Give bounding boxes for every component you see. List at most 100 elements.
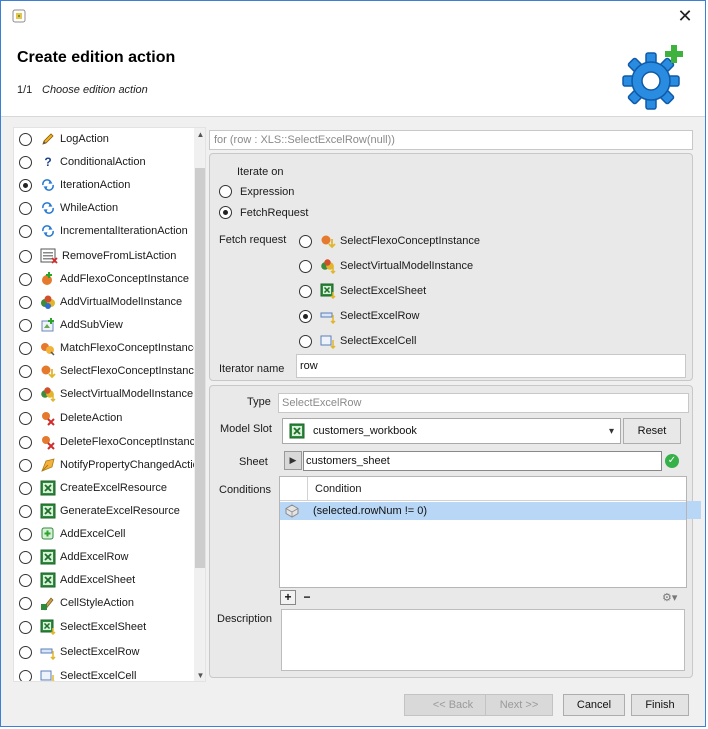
action-item-incremental-iteration[interactable]: IncrementalIterationAction bbox=[14, 221, 194, 241]
action-radio[interactable] bbox=[19, 318, 32, 332]
action-radio[interactable] bbox=[19, 272, 32, 286]
fetch-request-radio[interactable] bbox=[299, 309, 312, 323]
iterate-on-radio[interactable] bbox=[219, 185, 232, 198]
scroll-down-icon[interactable]: ▼ bbox=[194, 669, 205, 681]
action-radio[interactable] bbox=[19, 201, 32, 215]
model-slot-select[interactable]: customers_workbook ▾ bbox=[282, 418, 621, 444]
action-radio[interactable] bbox=[19, 620, 32, 634]
action-radio[interactable] bbox=[19, 645, 32, 659]
action-radio[interactable] bbox=[19, 364, 32, 378]
excel-sheet-add-icon bbox=[40, 572, 56, 588]
action-item-add-excel-sheet[interactable]: AddExcelSheet bbox=[14, 570, 194, 590]
action-item-add-flexo-concept-instance[interactable]: AddFlexoConceptInstance bbox=[14, 269, 194, 289]
action-list: LogAction ? ConditionalAction IterationA… bbox=[13, 127, 206, 682]
action-item-add-virtual-model-instance[interactable]: AddVirtualModelInstance bbox=[14, 292, 194, 312]
close-icon[interactable]: ✕ bbox=[673, 5, 697, 27]
gear-icon[interactable]: ⚙▾ bbox=[662, 591, 677, 604]
iteration-expression-field[interactable]: for (row : XLS::SelectExcelRow(null)) bbox=[209, 130, 693, 150]
reset-button[interactable]: Reset bbox=[623, 418, 681, 444]
action-item-delete[interactable]: DeleteAction bbox=[14, 408, 194, 428]
scroll-thumb[interactable] bbox=[195, 168, 205, 568]
action-item-delete-flexo-concept-instance[interactable]: DeleteFlexoConceptInstance bbox=[14, 432, 201, 452]
loop-icon bbox=[40, 177, 56, 193]
action-radio[interactable] bbox=[19, 550, 32, 564]
finish-button[interactable]: Finish bbox=[631, 694, 689, 716]
action-label: DeleteAction bbox=[60, 412, 123, 424]
action-radio[interactable] bbox=[19, 596, 32, 610]
fetch-request-select-flexo-concept-instance[interactable]: SelectFlexoConceptInstance bbox=[299, 233, 480, 249]
gear-add-icon bbox=[622, 45, 683, 110]
action-item-conditional[interactable]: ? ConditionalAction bbox=[14, 152, 194, 172]
action-item-add-sub-view[interactable]: AddSubView bbox=[14, 315, 194, 335]
action-item-add-excel-row[interactable]: AddExcelRow bbox=[14, 547, 194, 567]
fetch-request-select-excel-cell[interactable]: SelectExcelCell bbox=[299, 333, 416, 349]
action-label: CellStyleAction bbox=[60, 597, 134, 609]
action-radio[interactable] bbox=[19, 249, 32, 263]
action-item-generate-excel-resource[interactable]: GenerateExcelResource bbox=[14, 501, 194, 521]
scroll-up-icon[interactable]: ▲ bbox=[194, 128, 205, 142]
fetch-request-radio[interactable] bbox=[299, 284, 312, 298]
action-radio[interactable] bbox=[19, 341, 32, 355]
action-radio[interactable] bbox=[19, 527, 32, 541]
table-row[interactable]: (selected.rowNum != 0) bbox=[280, 502, 686, 520]
action-radio[interactable] bbox=[19, 435, 32, 449]
fetch-request-radio[interactable] bbox=[299, 259, 312, 273]
action-radio[interactable] bbox=[19, 481, 32, 495]
action-radio[interactable] bbox=[19, 411, 32, 425]
fetch-request-radio[interactable] bbox=[299, 334, 312, 348]
action-item-add-excel-cell[interactable]: AddExcelCell bbox=[14, 524, 194, 544]
action-label: AddFlexoConceptInstance bbox=[60, 273, 190, 285]
chevron-down-icon[interactable]: ▾ bbox=[609, 426, 614, 437]
action-item-select-excel-cell[interactable]: SelectExcelCell bbox=[14, 666, 194, 681]
action-label: AddExcelCell bbox=[60, 528, 126, 540]
action-item-match-flexo-concept-instance[interactable]: MatchFlexoConceptInstance bbox=[14, 338, 199, 358]
play-icon[interactable]: ▶ bbox=[284, 451, 302, 470]
option-label: SelectExcelRow bbox=[340, 310, 420, 322]
add-condition-button[interactable]: + bbox=[280, 590, 296, 605]
condition-column-header[interactable]: Condition bbox=[315, 483, 361, 495]
action-item-while[interactable]: WhileAction bbox=[14, 198, 194, 218]
action-radio[interactable] bbox=[19, 132, 32, 146]
action-radio[interactable] bbox=[19, 295, 32, 309]
selection-highlight bbox=[687, 501, 701, 519]
fetch-request-select-excel-sheet[interactable]: SelectExcelSheet bbox=[299, 283, 426, 299]
excel-sheet-select-icon bbox=[40, 619, 56, 635]
action-item-iteration[interactable]: IterationAction bbox=[14, 175, 194, 195]
action-label: LogAction bbox=[60, 133, 109, 145]
list-remove-icon bbox=[40, 248, 58, 264]
page-title: Create edition action bbox=[17, 49, 176, 66]
action-item-notify-property-changed[interactable]: NotifyPropertyChangedAction bbox=[14, 455, 205, 475]
action-label: AddExcelRow bbox=[60, 551, 129, 563]
action-item-select-virtual-model-instance[interactable]: SelectVirtualModelInstance bbox=[14, 384, 194, 404]
fetch-request-radio[interactable] bbox=[299, 234, 312, 248]
description-textarea[interactable] bbox=[281, 609, 685, 671]
iterate-on-expression-option[interactable]: Expression bbox=[219, 185, 294, 198]
action-item-remove-from-list[interactable]: RemoveFromListAction bbox=[14, 244, 194, 268]
virtual-model-select-icon bbox=[40, 386, 56, 402]
action-item-create-excel-resource[interactable]: CreateExcelResource bbox=[14, 478, 194, 498]
action-radio[interactable] bbox=[19, 155, 32, 169]
type-field: SelectExcelRow bbox=[278, 393, 689, 413]
iterator-name-input[interactable]: row bbox=[296, 354, 686, 378]
next-button[interactable]: Next >> bbox=[485, 694, 553, 716]
action-radio[interactable] bbox=[19, 504, 32, 518]
iterate-on-fetch-request-option[interactable]: FetchRequest bbox=[219, 206, 308, 219]
action-radio[interactable] bbox=[19, 573, 32, 587]
action-radio[interactable] bbox=[19, 224, 32, 238]
action-list-scrollbar[interactable]: ▲ ▼ bbox=[194, 128, 205, 681]
iterate-on-radio[interactable] bbox=[219, 206, 232, 219]
fetch-request-select-excel-row[interactable]: SelectExcelRow bbox=[299, 308, 419, 324]
action-radio[interactable] bbox=[19, 458, 32, 472]
action-item-cell-style[interactable]: CellStyleAction bbox=[14, 593, 194, 613]
fetch-request-select-virtual-model-instance[interactable]: SelectVirtualModelInstance bbox=[299, 258, 473, 274]
action-item-select-flexo-concept-instance[interactable]: SelectFlexoConceptInstance bbox=[14, 361, 200, 381]
action-radio[interactable] bbox=[19, 387, 32, 401]
sheet-input[interactable]: customers_sheet bbox=[303, 451, 662, 471]
action-radio[interactable] bbox=[19, 669, 32, 681]
cancel-button[interactable]: Cancel bbox=[563, 694, 625, 716]
action-item-select-excel-row[interactable]: SelectExcelRow bbox=[14, 642, 194, 662]
action-item-select-excel-sheet[interactable]: SelectExcelSheet bbox=[14, 617, 194, 637]
remove-condition-button[interactable]: − bbox=[299, 590, 315, 605]
action-item-log[interactable]: LogAction bbox=[14, 129, 194, 149]
action-radio[interactable] bbox=[19, 178, 32, 192]
